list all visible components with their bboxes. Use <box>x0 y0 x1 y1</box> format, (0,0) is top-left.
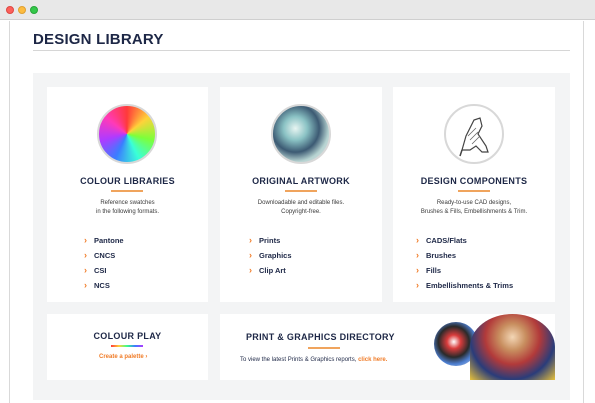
list-item-pantone[interactable]: › Pantone <box>84 233 124 248</box>
original-artwork-accent <box>285 190 317 192</box>
chevron-right-icon: › <box>145 354 148 360</box>
list-item-brushes[interactable]: › Brushes <box>416 248 513 263</box>
chevron-right-icon: › <box>416 280 419 290</box>
chevron-right-icon: › <box>84 235 87 245</box>
colour-wheel-image[interactable] <box>97 104 157 164</box>
chevron-right-icon: › <box>249 250 252 260</box>
left-border <box>9 21 10 403</box>
chevron-right-icon: › <box>84 250 87 260</box>
create-palette-link[interactable]: Create a palette › <box>99 354 147 360</box>
title-divider <box>33 50 570 51</box>
chevron-right-icon: › <box>84 265 87 275</box>
list-item-cncs[interactable]: › CNCS <box>84 248 124 263</box>
list-item-prints[interactable]: › Prints <box>249 233 292 248</box>
click-here-link[interactable]: click here. <box>358 357 387 363</box>
colour-libraries-description: Reference swatches in the following form… <box>95 200 160 215</box>
print-directory-accent <box>308 347 340 349</box>
design-components-title[interactable]: DESIGN COMPONENTS <box>393 176 555 186</box>
prints-photo-collage[interactable] <box>434 314 555 380</box>
design-components-accent <box>458 190 490 192</box>
list-item-ncs[interactable]: › NCS <box>84 278 124 293</box>
original-artwork-description: Downloadable and editable files. Copyrig… <box>257 200 345 215</box>
model-photo-image <box>470 314 555 380</box>
list-item-csi[interactable]: › CSI <box>84 263 124 278</box>
colour-play-card: COLOUR PLAY Create a palette › <box>47 314 208 380</box>
design-components-description: Ready-to-use CAD designs, Brushes & Fill… <box>420 200 528 215</box>
colour-play-gradient-bar <box>111 345 143 347</box>
minimize-window-button[interactable] <box>18 6 26 14</box>
list-item-embellishments-trims[interactable]: › Embellishments & Trims <box>416 278 513 293</box>
colour-play-title[interactable]: COLOUR PLAY <box>47 331 208 341</box>
chevron-right-icon: › <box>249 265 252 275</box>
chevron-right-icon: › <box>416 250 419 260</box>
colour-libraries-list: › Pantone › CNCS › CSI › NCS <box>84 233 124 293</box>
list-item-clip-art[interactable]: › Clip Art <box>249 263 292 278</box>
list-item-cads-flats[interactable]: › CADS/Flats <box>416 233 513 248</box>
design-components-list: › CADS/Flats › Brushes › Fills › Embellishme… <box>416 233 513 293</box>
print-directory-title[interactable]: PRINT & GRAPHICS DIRECTORY <box>220 332 410 342</box>
chevron-right-icon: › <box>84 280 87 290</box>
colour-libraries-accent <box>111 190 143 192</box>
chevron-right-icon: › <box>416 235 419 245</box>
colour-libraries-title[interactable]: COLOUR LIBRARIES <box>47 176 208 186</box>
browser-window: DESIGN LIBRARY COLOUR LIBRARIES Referenc… <box>0 0 595 403</box>
original-artwork-list: › Prints › Graphics › Clip Art <box>249 233 292 278</box>
shoe-icon <box>459 117 489 157</box>
chevron-right-icon: › <box>249 235 252 245</box>
design-components-card: DESIGN COMPONENTS Ready-to-use CAD desig… <box>393 87 555 302</box>
zoom-window-button[interactable] <box>30 6 38 14</box>
page-title: DESIGN LIBRARY <box>33 31 164 48</box>
right-border <box>583 21 584 403</box>
artwork-image[interactable] <box>271 104 331 164</box>
original-artwork-card: ORIGINAL ARTWORK Downloadable and editab… <box>220 87 382 302</box>
window-titlebar <box>0 0 595 20</box>
colour-libraries-card: COLOUR LIBRARIES Reference swatches in t… <box>47 87 208 302</box>
list-item-graphics[interactable]: › Graphics <box>249 248 292 263</box>
print-directory-card: PRINT & GRAPHICS DIRECTORY To view the l… <box>220 314 555 380</box>
close-window-button[interactable] <box>6 6 14 14</box>
original-artwork-title[interactable]: ORIGINAL ARTWORK <box>220 176 382 186</box>
print-directory-text: To view the latest Prints & Graphics rep… <box>240 357 388 363</box>
shoe-sketch-icon[interactable] <box>444 104 504 164</box>
chevron-right-icon: › <box>416 265 419 275</box>
list-item-fills[interactable]: › Fills <box>416 263 513 278</box>
